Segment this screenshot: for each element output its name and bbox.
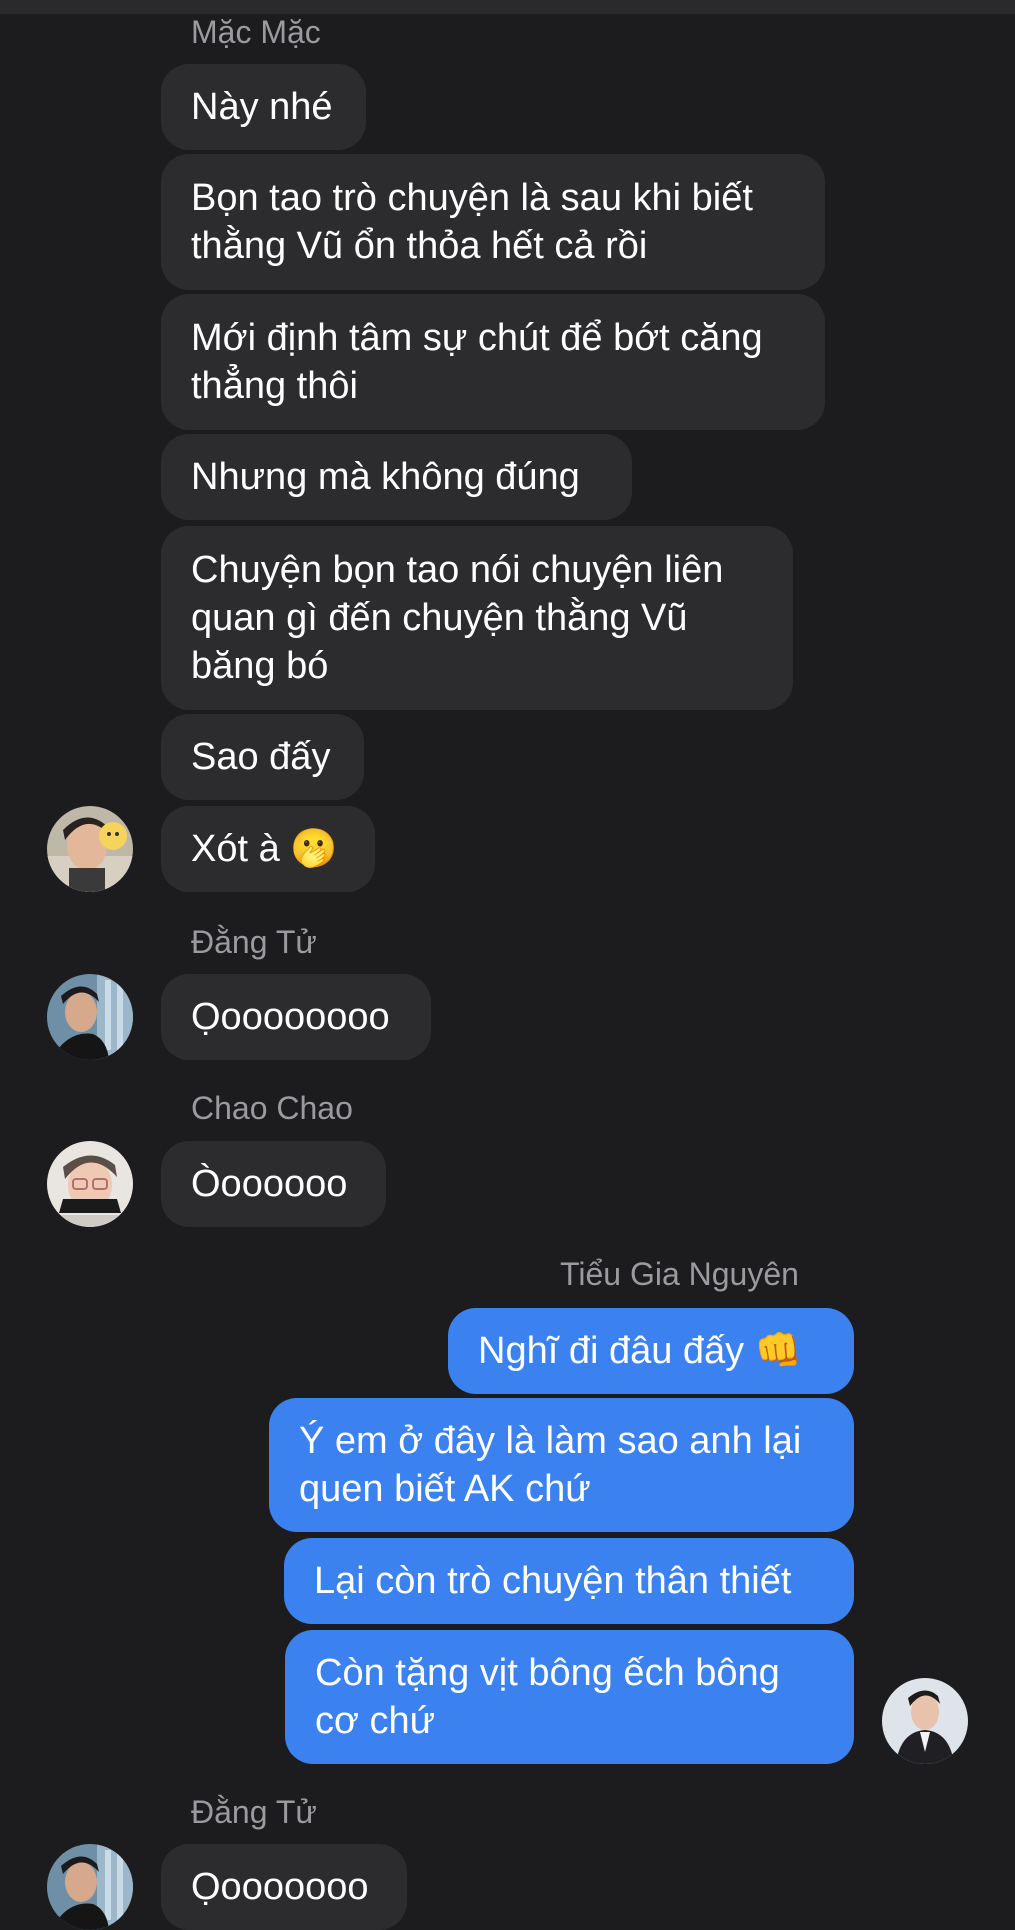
avatar-image (47, 806, 133, 892)
message-bubble[interactable]: Bọn tao trò chuyện là sau khi biết thằng… (161, 154, 825, 290)
top-bar (0, 0, 1015, 14)
sender-name: Chao Chao (191, 1090, 353, 1126)
message-bubble[interactable]: Còn tặng vịt bông ếch bông cơ chứ (285, 1630, 854, 1764)
avatar-image (882, 1678, 968, 1764)
message-bubble[interactable]: Òoooooo (161, 1141, 386, 1227)
avatar[interactable] (47, 806, 133, 892)
message-bubble[interactable]: Ọoooooooo (161, 974, 431, 1060)
message-bubble[interactable]: Xót à 🫢 (161, 806, 375, 892)
message-bubble[interactable]: Lại còn trò chuyện thân thiết (284, 1538, 854, 1624)
avatar[interactable] (47, 1844, 133, 1930)
avatar-image (47, 1141, 133, 1227)
sender-name: Đằng Tử (191, 1794, 317, 1830)
message-bubble[interactable]: Sao đấy (161, 714, 364, 800)
message-bubble[interactable]: Nghĩ đi đâu đấy 👊 (448, 1308, 854, 1394)
avatar[interactable] (47, 974, 133, 1060)
avatar-image (47, 974, 133, 1060)
sender-name: Tiểu Gia Nguyên (560, 1256, 799, 1292)
avatar-image (47, 1844, 133, 1930)
message-bubble[interactable]: Này nhé (161, 64, 366, 150)
sender-name: Đằng Tử (191, 924, 317, 960)
avatar[interactable] (882, 1678, 968, 1764)
avatar[interactable] (47, 1141, 133, 1227)
message-bubble[interactable]: Ý em ở đây là làm sao anh lại quen biết … (269, 1398, 854, 1532)
message-bubble[interactable]: Mới định tâm sự chút để bớt căng thẳng t… (161, 294, 825, 430)
message-bubble[interactable]: Nhưng mà không đúng (161, 434, 632, 520)
message-bubble[interactable]: Ọooooooo (161, 1844, 407, 1930)
sender-name: Mặc Mặc (191, 14, 321, 50)
message-bubble[interactable]: Chuyện bọn tao nói chuyện liên quan gì đ… (161, 526, 793, 710)
